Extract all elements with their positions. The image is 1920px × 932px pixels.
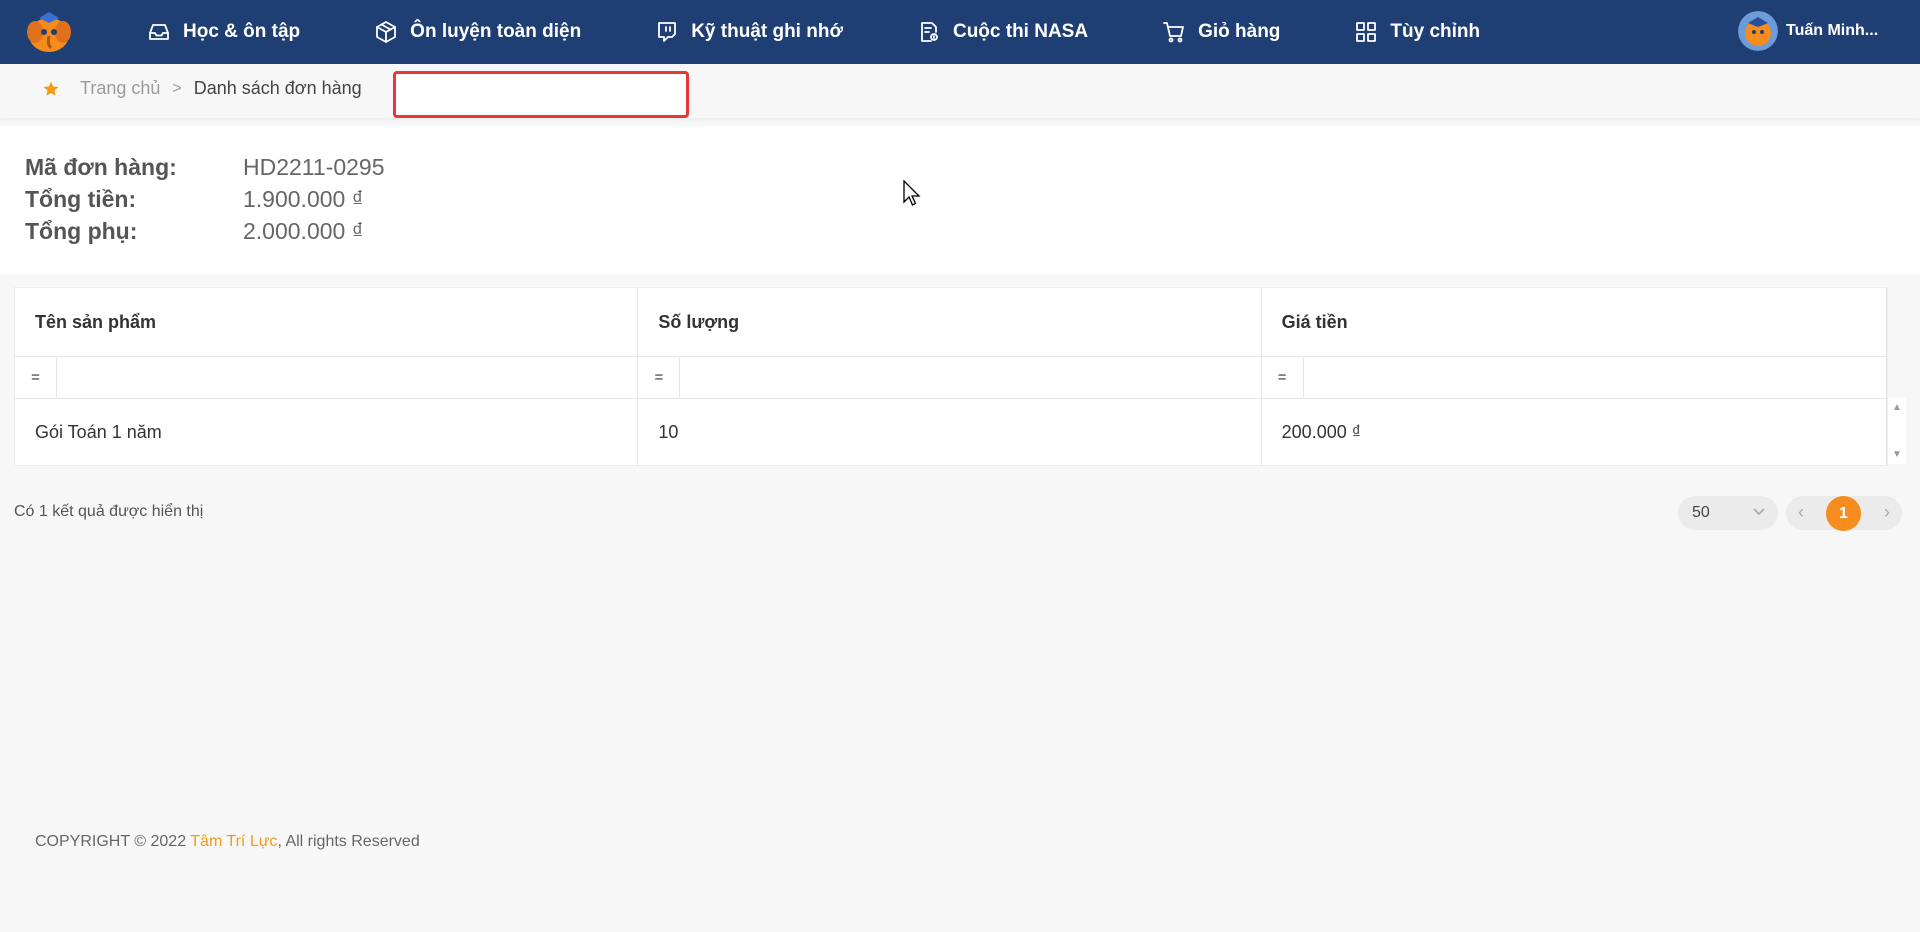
order-total-row: Tổng tiền: 1.900.000 ₫ bbox=[25, 186, 364, 213]
nav-item-label: Học & ôn tập bbox=[183, 21, 301, 42]
order-code-label: Mã đơn hàng: bbox=[25, 154, 177, 180]
brand-link[interactable]: Tâm Trí Lực bbox=[190, 833, 277, 850]
user-menu[interactable]: Tuấn Minh... bbox=[1738, 11, 1878, 51]
table-row[interactable]: Gói Toán 1 năm 10 200.000 ₫ bbox=[15, 399, 1887, 465]
inbox-icon bbox=[149, 24, 169, 40]
page-button-current[interactable]: 1 bbox=[1826, 496, 1861, 531]
filter-input-product[interactable] bbox=[57, 357, 638, 398]
table-filter-row: = = = bbox=[15, 357, 1887, 399]
prev-page-button[interactable]: ‹ bbox=[1798, 502, 1804, 523]
nav-item-label: Tùy chỉnh bbox=[1390, 21, 1481, 42]
table-header-row: Tên sản phẩm Số lượng Giá tiền bbox=[15, 288, 1887, 357]
cart-icon bbox=[1163, 22, 1184, 43]
chevron-down-icon bbox=[1753, 508, 1765, 516]
order-total-label: Tổng tiền: bbox=[25, 186, 137, 212]
highlight-box bbox=[393, 71, 689, 118]
logo-icon[interactable] bbox=[25, 10, 73, 54]
copyright-suffix: , All rights Reserved bbox=[277, 833, 420, 850]
top-navbar: Học & ôn tập Ôn luyện toàn diện Kỹ thuật… bbox=[0, 0, 1920, 64]
column-header-price[interactable]: Giá tiền bbox=[1262, 288, 1887, 356]
nav-item-hoc-on-tap[interactable]: Học & ôn tập bbox=[147, 0, 300, 64]
nav-item-gio-hang[interactable]: Giỏ hàng bbox=[1162, 0, 1280, 64]
breadcrumb-separator: > bbox=[172, 79, 182, 97]
copyright-text: COPYRIGHT © 2022 Tâm Trí Lực, All rights… bbox=[35, 833, 420, 851]
cell-product: Gói Toán 1 năm bbox=[15, 399, 639, 465]
filter-operator-button[interactable]: = bbox=[15, 357, 57, 398]
grid-icon bbox=[1356, 22, 1377, 42]
order-code-row: Mã đơn hàng: HD2211-0295 bbox=[25, 154, 385, 181]
order-info-panel: Mã đơn hàng: HD2211-0295 Tổng tiền: 1.90… bbox=[0, 126, 1920, 274]
order-extra-value: 2.000.000 ₫ bbox=[243, 218, 364, 244]
order-total-value: 1.900.000 ₫ bbox=[243, 186, 364, 212]
table-scrollbar[interactable]: ▲ ▼ bbox=[1888, 398, 1906, 464]
nav-item-on-luyen-toan-dien[interactable]: Ôn luyện toàn diện bbox=[374, 0, 581, 64]
filter-input-price[interactable] bbox=[1303, 357, 1886, 398]
order-code-value: HD2211-0295 bbox=[243, 154, 385, 180]
breadcrumb-current: Danh sách đơn hàng bbox=[193, 78, 362, 98]
nav-item-tuy-chinh[interactable]: Tùy chỉnh bbox=[1354, 0, 1480, 64]
scroll-down-icon[interactable]: ▼ bbox=[1892, 449, 1902, 460]
nav-item-label: Ôn luyện toàn diện bbox=[410, 21, 582, 42]
nav-item-cuoc-thi-nasa[interactable]: Cuộc thi NASA bbox=[917, 0, 1088, 64]
nav-item-label: Cuộc thi NASA bbox=[952, 21, 1089, 42]
avatar bbox=[1738, 11, 1778, 51]
column-header-product[interactable]: Tên sản phẩm bbox=[15, 288, 639, 356]
box-icon bbox=[376, 21, 397, 43]
column-header-quantity[interactable]: Số lượng bbox=[638, 288, 1262, 356]
page-size-select[interactable]: 50 bbox=[1678, 496, 1778, 530]
filter-operator-button[interactable]: = bbox=[638, 357, 681, 398]
copyright-prefix: COPYRIGHT © 2022 bbox=[35, 833, 191, 850]
order-extra-row: Tổng phụ: 2.000.000 ₫ bbox=[25, 218, 364, 245]
filter-input-quantity[interactable] bbox=[680, 357, 1261, 398]
breadcrumb-bar: Trang chủ > Danh sách đơn hàng bbox=[0, 64, 1920, 118]
filter-cell-quantity: = bbox=[638, 357, 1262, 398]
page-size-value: 50 bbox=[1692, 504, 1710, 521]
contest-doc-icon bbox=[921, 22, 938, 42]
order-items-table: Tên sản phẩm Số lượng Giá tiền = = = Gói… bbox=[14, 287, 1888, 466]
breadcrumb: Trang chủ > Danh sách đơn hàng bbox=[42, 78, 362, 99]
order-extra-label: Tổng phụ: bbox=[25, 218, 138, 244]
filter-cell-product: = bbox=[15, 357, 639, 398]
star-icon bbox=[43, 81, 59, 96]
cell-price: 200.000 ₫ bbox=[1262, 399, 1887, 465]
scroll-up-icon[interactable]: ▲ bbox=[1892, 402, 1902, 413]
breadcrumb-home-link[interactable]: Trang chủ bbox=[80, 78, 160, 99]
nav-item-label: Kỹ thuật ghi nhớ bbox=[691, 21, 843, 42]
next-page-button[interactable]: › bbox=[1884, 502, 1890, 523]
nav-item-label: Giỏ hàng bbox=[1198, 21, 1281, 42]
cell-quantity: 10 bbox=[638, 399, 1262, 465]
nav-item-ky-thuat-ghi-nho[interactable]: Kỹ thuật ghi nhớ bbox=[655, 0, 843, 64]
mouse-cursor-icon bbox=[903, 180, 921, 206]
user-name: Tuấn Minh... bbox=[1786, 22, 1879, 39]
filter-operator-button[interactable]: = bbox=[1262, 357, 1304, 398]
result-count-text: Có 1 kết quả được hiển thị bbox=[14, 503, 204, 520]
pagination: ‹ 1 › bbox=[1786, 496, 1902, 531]
twitch-icon bbox=[658, 22, 677, 42]
filter-cell-price: = bbox=[1262, 357, 1887, 398]
